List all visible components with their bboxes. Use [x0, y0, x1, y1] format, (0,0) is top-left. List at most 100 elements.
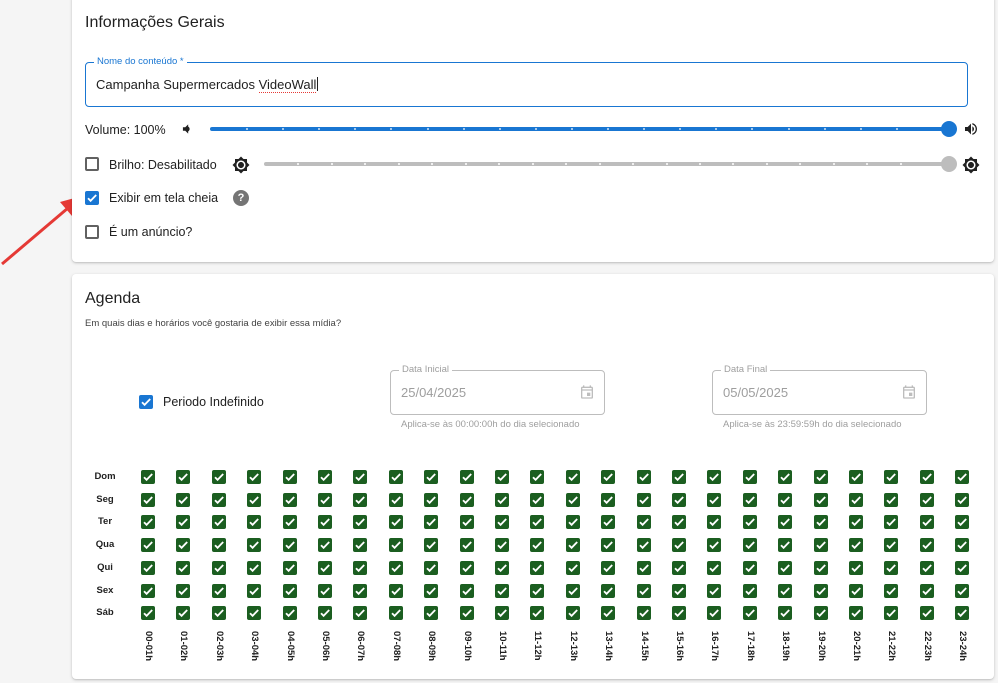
volume-up-icon[interactable]: [963, 121, 979, 137]
schedule-checkbox[interactable]: [849, 561, 863, 575]
schedule-checkbox[interactable]: [495, 538, 509, 552]
schedule-checkbox[interactable]: [530, 470, 544, 484]
schedule-checkbox[interactable]: [566, 470, 580, 484]
schedule-checkbox[interactable]: [353, 538, 367, 552]
schedule-checkbox[interactable]: [530, 515, 544, 529]
schedule-checkbox[interactable]: [389, 561, 403, 575]
schedule-checkbox[interactable]: [389, 493, 403, 507]
schedule-checkbox[interactable]: [389, 470, 403, 484]
schedule-checkbox[interactable]: [955, 584, 969, 598]
schedule-checkbox[interactable]: [176, 561, 190, 575]
schedule-checkbox[interactable]: [566, 538, 580, 552]
schedule-checkbox[interactable]: [743, 515, 757, 529]
schedule-checkbox[interactable]: [707, 515, 721, 529]
schedule-checkbox[interactable]: [460, 515, 474, 529]
content-name-input[interactable]: Campanha Supermercados VideoWall: [96, 77, 319, 93]
schedule-checkbox[interactable]: [495, 515, 509, 529]
schedule-checkbox[interactable]: [530, 538, 544, 552]
schedule-checkbox[interactable]: [601, 538, 615, 552]
schedule-checkbox[interactable]: [353, 493, 367, 507]
volume-slider-track[interactable]: [210, 127, 950, 131]
schedule-checkbox[interactable]: [212, 561, 226, 575]
schedule-checkbox[interactable]: [141, 538, 155, 552]
end-date-field[interactable]: Data Final 05/05/2025: [712, 364, 927, 415]
schedule-checkbox[interactable]: [141, 515, 155, 529]
schedule-checkbox[interactable]: [778, 538, 792, 552]
schedule-checkbox[interactable]: [460, 493, 474, 507]
schedule-checkbox[interactable]: [283, 493, 297, 507]
schedule-checkbox[interactable]: [814, 538, 828, 552]
schedule-checkbox[interactable]: [920, 584, 934, 598]
schedule-checkbox[interactable]: [849, 470, 863, 484]
schedule-checkbox[interactable]: [778, 606, 792, 620]
schedule-checkbox[interactable]: [141, 470, 155, 484]
schedule-checkbox[interactable]: [495, 606, 509, 620]
schedule-checkbox[interactable]: [814, 470, 828, 484]
schedule-checkbox[interactable]: [566, 515, 580, 529]
schedule-checkbox[interactable]: [743, 493, 757, 507]
schedule-checkbox[interactable]: [637, 538, 651, 552]
schedule-checkbox[interactable]: [814, 515, 828, 529]
schedule-checkbox[interactable]: [318, 606, 332, 620]
schedule-checkbox[interactable]: [672, 515, 686, 529]
schedule-checkbox[interactable]: [601, 493, 615, 507]
schedule-checkbox[interactable]: [743, 606, 757, 620]
schedule-checkbox[interactable]: [637, 584, 651, 598]
schedule-checkbox[interactable]: [566, 606, 580, 620]
schedule-checkbox[interactable]: [460, 606, 474, 620]
schedule-checkbox[interactable]: [176, 515, 190, 529]
schedule-checkbox[interactable]: [814, 584, 828, 598]
schedule-checkbox[interactable]: [283, 515, 297, 529]
schedule-checkbox[interactable]: [176, 606, 190, 620]
schedule-checkbox[interactable]: [247, 470, 261, 484]
schedule-checkbox[interactable]: [601, 561, 615, 575]
schedule-checkbox[interactable]: [672, 493, 686, 507]
schedule-checkbox[interactable]: [212, 493, 226, 507]
schedule-checkbox[interactable]: [247, 538, 261, 552]
schedule-checkbox[interactable]: [707, 470, 721, 484]
schedule-checkbox[interactable]: [849, 538, 863, 552]
schedule-checkbox[interactable]: [530, 561, 544, 575]
schedule-checkbox[interactable]: [141, 561, 155, 575]
schedule-checkbox[interactable]: [318, 470, 332, 484]
schedule-checkbox[interactable]: [920, 606, 934, 620]
schedule-checkbox[interactable]: [884, 470, 898, 484]
schedule-checkbox[interactable]: [283, 584, 297, 598]
schedule-checkbox[interactable]: [495, 584, 509, 598]
schedule-checkbox[interactable]: [283, 561, 297, 575]
schedule-checkbox[interactable]: [814, 493, 828, 507]
schedule-checkbox[interactable]: [637, 470, 651, 484]
schedule-checkbox[interactable]: [247, 561, 261, 575]
schedule-checkbox[interactable]: [814, 606, 828, 620]
schedule-checkbox[interactable]: [884, 561, 898, 575]
schedule-checkbox[interactable]: [141, 606, 155, 620]
schedule-checkbox[interactable]: [318, 493, 332, 507]
schedule-checkbox[interactable]: [884, 538, 898, 552]
schedule-checkbox[interactable]: [637, 606, 651, 620]
schedule-checkbox[interactable]: [920, 561, 934, 575]
schedule-checkbox[interactable]: [424, 515, 438, 529]
schedule-checkbox[interactable]: [353, 470, 367, 484]
schedule-checkbox[interactable]: [672, 538, 686, 552]
schedule-checkbox[interactable]: [920, 515, 934, 529]
schedule-checkbox[interactable]: [176, 493, 190, 507]
schedule-checkbox[interactable]: [176, 470, 190, 484]
schedule-checkbox[interactable]: [212, 470, 226, 484]
schedule-checkbox[interactable]: [884, 584, 898, 598]
volume-down-icon[interactable]: [180, 122, 194, 136]
schedule-checkbox[interactable]: [247, 606, 261, 620]
schedule-checkbox[interactable]: [955, 561, 969, 575]
schedule-checkbox[interactable]: [707, 561, 721, 575]
schedule-checkbox[interactable]: [884, 606, 898, 620]
schedule-checkbox[interactable]: [601, 606, 615, 620]
schedule-checkbox[interactable]: [247, 584, 261, 598]
schedule-checkbox[interactable]: [424, 493, 438, 507]
schedule-checkbox[interactable]: [778, 470, 792, 484]
indefinite-period-checkbox[interactable]: [139, 395, 153, 409]
schedule-checkbox[interactable]: [212, 606, 226, 620]
schedule-checkbox[interactable]: [318, 538, 332, 552]
schedule-checkbox[interactable]: [672, 584, 686, 598]
volume-slider-thumb[interactable]: [941, 121, 957, 137]
schedule-checkbox[interactable]: [778, 584, 792, 598]
ad-checkbox[interactable]: [85, 225, 99, 239]
